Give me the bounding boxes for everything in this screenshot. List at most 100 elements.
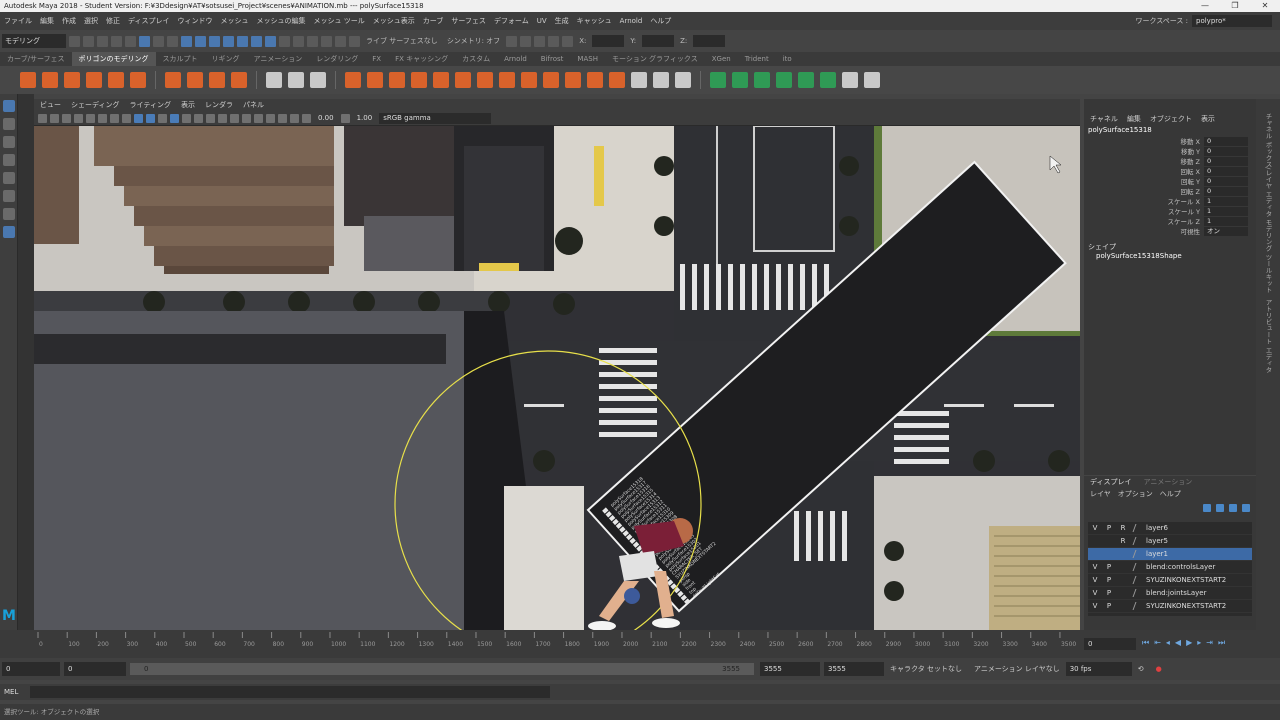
planar-uv-icon[interactable] xyxy=(710,72,726,88)
exposure-field[interactable]: 0.00 xyxy=(318,114,334,122)
grid-icon[interactable] xyxy=(86,113,95,123)
menu-set-dropdown[interactable]: モデリング xyxy=(2,34,66,48)
smooth-icon[interactable] xyxy=(310,72,326,88)
wireframe-on-shaded-icon[interactable] xyxy=(158,113,167,123)
attr-translate-x[interactable]: 移動 X 0 xyxy=(1084,136,1256,146)
menu-mesh-tools[interactable]: メッシュ ツール xyxy=(310,16,369,26)
gate-mask-icon[interactable] xyxy=(122,113,131,123)
select-component-icon[interactable] xyxy=(167,35,178,47)
mask-dynamics-icon[interactable] xyxy=(251,35,262,47)
lock-selection-icon[interactable] xyxy=(279,35,290,47)
layer-visible-toggle[interactable]: V xyxy=(1088,524,1102,532)
snap-live-icon[interactable] xyxy=(349,35,360,47)
channel-menu-object[interactable]: オブジェクト xyxy=(1150,114,1192,124)
xray-icon[interactable] xyxy=(266,113,275,123)
viewport-menu-lighting[interactable]: ライティング xyxy=(130,100,171,110)
anti-aliasing-icon[interactable] xyxy=(230,113,239,123)
circularize-icon[interactable] xyxy=(543,72,559,88)
menu-arnold[interactable]: Arnold xyxy=(616,17,647,25)
layout-persp-graph-icon[interactable] xyxy=(3,208,15,220)
shelf-tab-xgen[interactable]: XGen xyxy=(705,55,738,63)
scene-start-field[interactable]: 0 xyxy=(2,662,60,676)
snap-grid-icon[interactable] xyxy=(293,35,304,47)
select-hierarchy-icon[interactable] xyxy=(139,35,150,47)
layer-playback-toggle[interactable]: P xyxy=(1102,563,1116,571)
attr-value[interactable]: オン xyxy=(1204,226,1248,236)
resolution-gate-icon[interactable] xyxy=(110,113,119,123)
mask-curves-icon[interactable] xyxy=(209,35,220,47)
quad-draw-icon[interactable] xyxy=(653,72,669,88)
shelf-tab-poly-modeling[interactable]: ポリゴンのモデリング xyxy=(71,52,156,66)
shelf-tab-fx-caching[interactable]: FX キャッシング xyxy=(388,54,455,64)
y-field[interactable] xyxy=(642,35,675,47)
fill-hole-icon[interactable] xyxy=(499,72,515,88)
xray-joints-icon[interactable] xyxy=(278,113,287,123)
attr-value[interactable]: 0 xyxy=(1204,156,1248,166)
tab-animation-layers[interactable]: アニメーション xyxy=(1144,477,1193,487)
attr-value[interactable]: 0 xyxy=(1204,176,1248,186)
attr-value[interactable]: 1 xyxy=(1204,196,1248,206)
shelf-tab-mash[interactable]: MASH xyxy=(570,55,605,63)
menu-mesh-display[interactable]: メッシュ表示 xyxy=(369,16,419,26)
mask-deformations-icon[interactable] xyxy=(237,35,248,47)
channel-menu-show[interactable]: 表示 xyxy=(1201,114,1215,124)
mask-handles-icon[interactable] xyxy=(181,35,192,47)
paint-select-tool-icon[interactable] xyxy=(3,136,15,148)
film-gate-icon[interactable] xyxy=(98,113,107,123)
tab-modeling-toolkit[interactable]: モデリング ツールキット xyxy=(1263,219,1273,293)
layer-color-swatch[interactable] xyxy=(1132,602,1144,610)
layer-row[interactable]: V P Rlayer6 xyxy=(1088,522,1252,535)
range-slider[interactable]: 0 3555 xyxy=(130,663,754,675)
camera-attributes-icon[interactable] xyxy=(50,113,59,123)
mask-surfaces-icon[interactable] xyxy=(223,35,234,47)
character-set-dropdown[interactable]: キャラクタ セットなし xyxy=(890,664,962,674)
step-forward-frame-icon[interactable]: ▸ xyxy=(1197,638,1201,648)
select-object-icon[interactable] xyxy=(153,35,164,47)
layout-outliner-icon[interactable] xyxy=(3,226,15,238)
menu-display[interactable]: ディスプレイ xyxy=(124,16,174,26)
shelf-tab-arnold[interactable]: Arnold xyxy=(497,55,534,63)
layer-color-swatch[interactable] xyxy=(1132,563,1144,571)
save-scene-icon[interactable] xyxy=(97,35,108,47)
sew-uv-icon[interactable] xyxy=(864,72,880,88)
tab-display-layers[interactable]: ディスプレイ xyxy=(1090,477,1132,487)
move-layer-down-icon[interactable] xyxy=(1216,504,1224,512)
bookmark-icon[interactable] xyxy=(62,113,71,123)
merge-icon[interactable] xyxy=(521,72,537,88)
step-back-frame-icon[interactable]: ◂ xyxy=(1166,638,1170,648)
super-shape-icon[interactable] xyxy=(187,72,203,88)
layer-row[interactable]: V Pblend:controlsLayer xyxy=(1088,561,1252,574)
ipr-render-icon[interactable] xyxy=(520,35,532,47)
append-icon[interactable] xyxy=(477,72,493,88)
shelf-tab-curves-surfaces[interactable]: カーブ/サーフェス xyxy=(0,54,72,64)
layer-visible-toggle[interactable]: V xyxy=(1088,602,1102,610)
symmetry-label[interactable]: シンメトリ: オフ xyxy=(447,36,500,46)
gamma-field[interactable]: 1.00 xyxy=(357,114,373,122)
layer-color-swatch[interactable] xyxy=(1132,537,1144,545)
scene-end-field[interactable]: 3555 xyxy=(824,662,884,676)
layer-playback-toggle[interactable]: P xyxy=(1102,589,1116,597)
menu-uv[interactable]: UV xyxy=(533,17,551,25)
layer-row-selected[interactable]: layer1 xyxy=(1088,548,1252,561)
attr-value[interactable]: 0 xyxy=(1204,166,1248,176)
fps-dropdown[interactable]: 30 fps xyxy=(1065,662,1132,676)
shelf-tab-motion-graphics[interactable]: モーション グラフィックス xyxy=(605,54,705,64)
cut-uv-icon[interactable] xyxy=(842,72,858,88)
anim-layer-dropdown[interactable]: アニメーション レイヤなし xyxy=(974,664,1060,674)
bridge-icon[interactable] xyxy=(411,72,427,88)
extract-icon[interactable] xyxy=(367,72,383,88)
viewport-menu-shading[interactable]: シェーディング xyxy=(71,100,120,110)
collapse-icon[interactable] xyxy=(565,72,581,88)
hypershade-icon[interactable] xyxy=(548,35,560,47)
attr-value[interactable]: 0 xyxy=(1204,186,1248,196)
menu-create[interactable]: 作成 xyxy=(58,16,80,26)
undo-icon[interactable] xyxy=(111,35,122,47)
menu-select[interactable]: 選択 xyxy=(80,16,102,26)
poly-plane-icon[interactable] xyxy=(130,72,146,88)
layer-reference-toggle[interactable]: R xyxy=(1116,537,1130,545)
menu-generate[interactable]: 生成 xyxy=(551,16,573,26)
menu-surfaces[interactable]: サーフェス xyxy=(447,16,490,26)
layer-color-swatch[interactable] xyxy=(1132,576,1144,584)
shelf-tab-animation[interactable]: アニメーション xyxy=(247,54,310,64)
use-all-lights-icon[interactable] xyxy=(182,113,191,123)
